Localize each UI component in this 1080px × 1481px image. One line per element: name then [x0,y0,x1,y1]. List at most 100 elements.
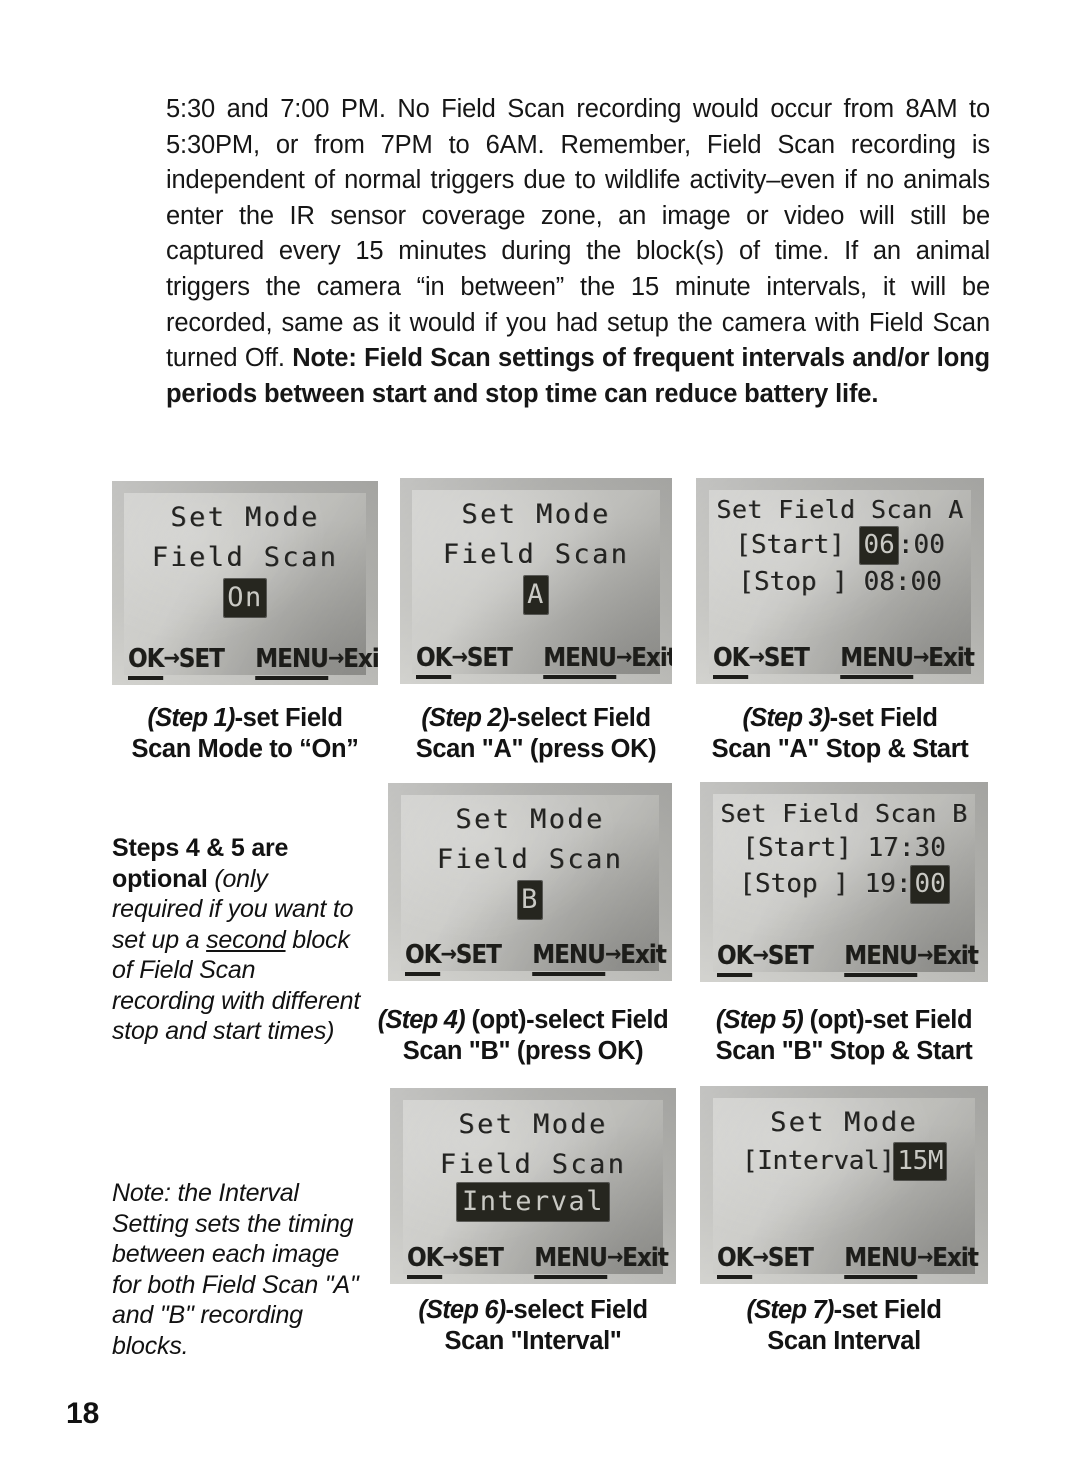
sidenote-optional-steps: Steps 4 & 5 are optional (only required … [112,833,362,1047]
lcd-line-value: A [412,576,660,615]
softkey-menu-exit[interactable]: MENU→Exit [844,1243,979,1280]
softkey-exit-label: Exit [928,642,975,673]
softkey-menu-exit[interactable]: MENU→Exit [840,642,975,679]
softkey-ok-label: OK [712,642,749,679]
caption-step4-line2: Scan "B" (press OK) [402,1037,644,1065]
lcd-line-title: Set Mode [458,1108,608,1140]
softkey-menu-exit[interactable]: MENU→Exit [255,643,378,680]
caption-step3-rest: -set Field [829,704,938,732]
caption-step3: (Step 3)-set Field Scan "A" Stop & Start [690,703,990,765]
body-paragraph-regular: 5:30 and 7:00 PM. No Field Scan recordin… [166,95,990,373]
lcd-stop-label: [Stop ] [739,869,849,899]
softkey-menu-label: MENU [844,1243,918,1280]
lcd-highlight-value: A [524,576,548,615]
lcd-screen-step6: Set Mode Field Scan Interval OK→SET MENU… [390,1088,676,1284]
lcd-softkey-bar: OK→SET MENU→Exit [403,1243,668,1280]
lcd-softkey-bar: OK→SET MENU→Exit [713,1243,979,1280]
caption-step6-rest: -select Field [505,1296,648,1324]
arrow-right-icon: → [615,644,632,670]
softkey-ok-set[interactable]: OK→SET [716,941,814,977]
lcd-softkey-bar: OK→SET MENU→Exit [709,642,975,679]
lcd-line-subtitle: Field Scan [436,843,624,875]
lcd-softkey-bar: OK→SET MENU→Exit [401,940,666,977]
lcd-start-hours-highlight: 06 [860,527,898,565]
caption-step6: (Step 6)-select Field Scan "Interval" [386,1295,680,1357]
softkey-menu-exit[interactable]: MENU→Exit [531,940,667,977]
caption-step4-rest: (opt)-select Field [464,1006,669,1034]
caption-step7-line2: Scan Interval [767,1327,921,1355]
softkey-set-label: SET [455,940,502,971]
softkey-exit-label: Exit [619,940,667,971]
lcd-interval-label: [Interval] [741,1145,895,1176]
arrow-right-icon: → [606,1245,623,1271]
lcd-line-subtitle: Field Scan [442,539,630,571]
lcd-highlight-value: On [224,579,266,618]
caption-step5-line2: Scan "B" Stop & Start [715,1037,973,1065]
softkey-exit-label: Exit [631,642,672,673]
softkey-menu-label: MENU [543,642,617,679]
caption-step4-step: (Step 4) [377,1006,466,1034]
page-number: 18 [66,1397,100,1430]
softkey-menu-exit[interactable]: MENU→Exit [844,941,979,977]
caption-step3-line2: Scan "A" Stop & Start [711,735,969,763]
softkey-ok-set[interactable]: OK→SET [712,642,810,679]
softkey-set-label: SET [178,643,225,674]
arrow-right-icon: → [442,1245,458,1271]
caption-step2: (Step 2)-select Field Scan "A" (press OK… [396,703,676,765]
softkey-exit-label: Exit [621,1243,669,1274]
caption-step1-line2: Scan Mode to “On” [131,735,359,763]
arrow-right-icon: → [451,644,468,670]
caption-step2-step: (Step 2) [421,704,509,732]
sidenote-interval-text: Note: the Interval Setting sets the timi… [112,1179,359,1360]
lcd-screen-step3: Set Field Scan A [Start] 06:00 [Stop ] 0… [696,478,984,684]
arrow-right-icon: → [327,645,344,671]
lcd-line-interval: [Interval] 15M [713,1142,975,1180]
softkey-ok-set[interactable]: OK→SET [127,643,225,680]
caption-step1-step: (Step 1) [147,704,235,732]
lcd-screen-step4: Set Mode Field Scan B OK→SET MENU→Exit [388,783,672,981]
body-paragraph: 5:30 and 7:00 PM. No Field Scan recordin… [166,92,990,412]
softkey-set-label: SET [457,1243,504,1274]
softkey-ok-label: OK [404,940,441,977]
caption-step5-step: (Step 5) [715,1006,804,1034]
sidenote-optional-underlined: second [206,925,286,954]
lcd-screen-step2: Set Mode Field Scan A OK→SET MENU→Exit [400,478,672,684]
softkey-ok-label: OK [127,643,164,680]
lcd-start-label: [Start] [742,833,852,863]
lcd-line-title: Set Mode [461,499,611,531]
caption-step5: (Step 5) (opt)-set Field Scan "B" Stop &… [694,1005,994,1067]
lcd-softkey-bar: OK→SET MENU→Exit [124,643,378,680]
softkey-ok-set[interactable]: OK→SET [406,1243,504,1280]
softkey-ok-set[interactable]: OK→SET [404,940,502,977]
lcd-highlight-value: Interval [456,1182,610,1221]
arrow-right-icon: → [604,942,621,968]
softkey-menu-exit[interactable]: MENU→Exit [534,1243,669,1280]
lcd-start-time: 17:30 [867,833,946,863]
softkey-ok-set[interactable]: OK→SET [416,642,513,679]
caption-step2-line2: Scan "A" (press OK) [415,735,657,763]
softkey-exit-label: Exit [343,643,378,674]
arrow-right-icon: → [752,1245,768,1271]
lcd-highlight-value: B [518,880,542,919]
lcd-line-subtitle: Field Scan [439,1148,627,1180]
caption-step7-rest: -set Field [833,1296,942,1324]
lcd-line-start: [Start] 17:30 [713,833,975,863]
lcd-interval-value-highlight: 15M [894,1142,947,1180]
caption-step6-line2: Scan "Interval" [444,1327,622,1355]
softkey-menu-label: MENU [840,642,914,679]
softkey-set-label: SET [767,1243,814,1274]
lcd-start-minutes: :00 [897,530,945,561]
softkey-set-label: SET [763,642,810,673]
lcd-line-start: [Start] 06:00 [709,527,971,565]
softkey-ok-label: OK [716,1243,753,1280]
softkey-menu-exit[interactable]: MENU→Exit [543,642,672,679]
softkey-ok-set[interactable]: OK→SET [716,1243,814,1280]
caption-step5-rest: (opt)-set Field [802,1006,973,1034]
arrow-right-icon: → [912,644,929,670]
lcd-line-stop: [Stop ] 19: 00 [713,866,975,903]
arrow-right-icon: → [163,645,179,671]
manual-page: 5:30 and 7:00 PM. No Field Scan recordin… [0,0,1080,1481]
lcd-line-title: Set Mode [170,502,320,534]
arrow-right-icon: → [916,943,933,968]
lcd-line-subtitle: Field Scan [151,542,339,574]
